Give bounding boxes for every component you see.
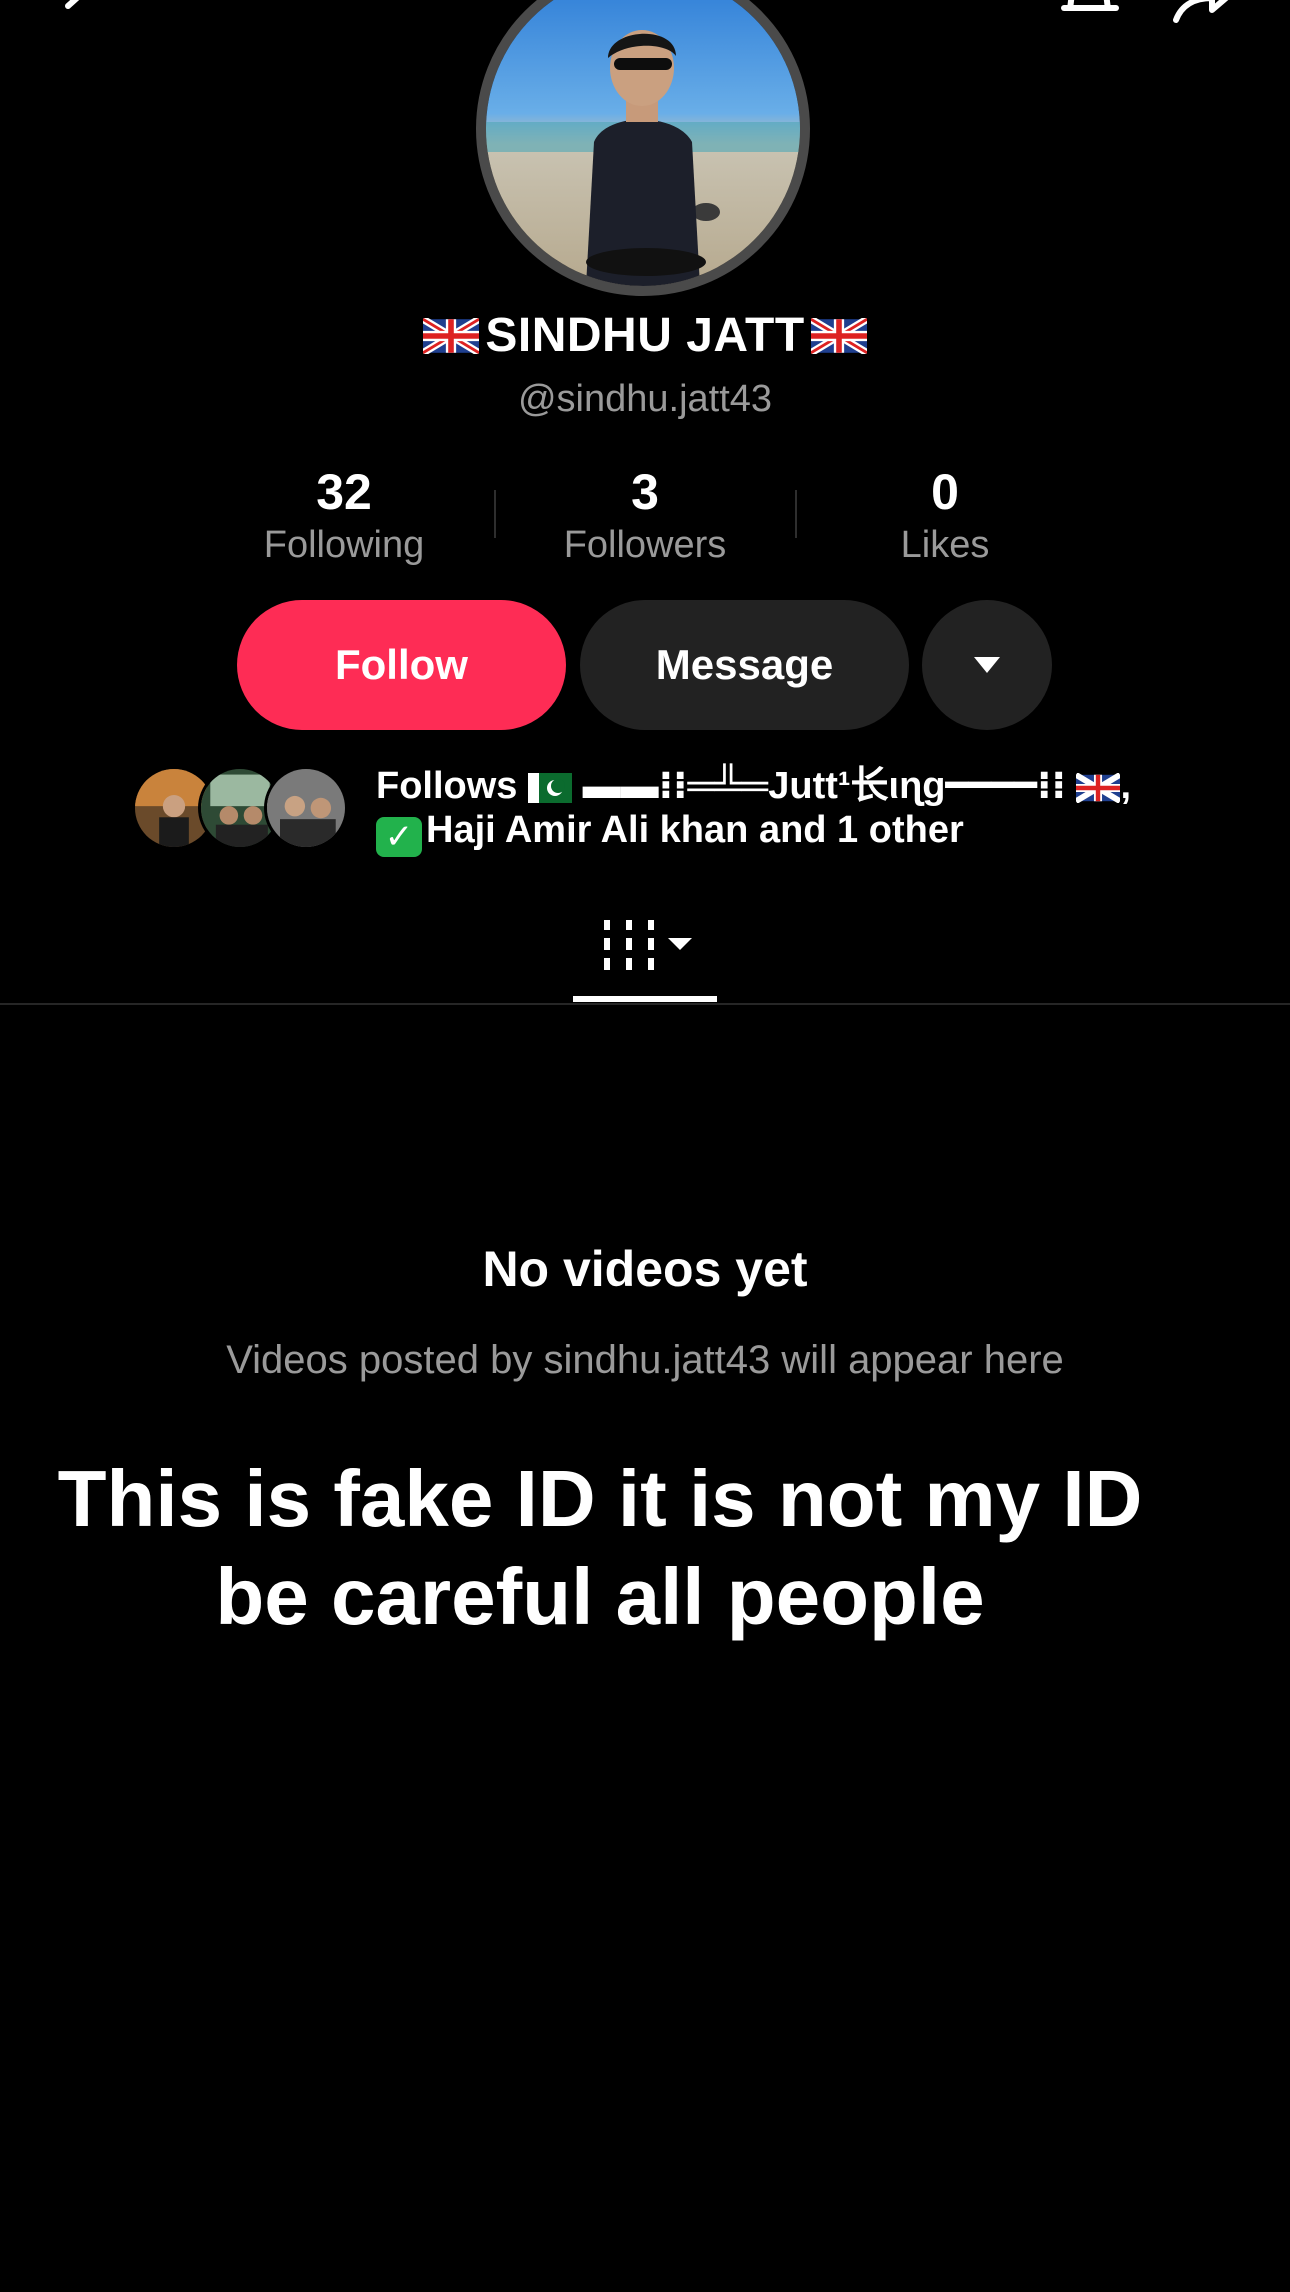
uk-flag-icon: [1076, 772, 1121, 803]
check-mark-icon: ✓: [376, 817, 422, 857]
message-button[interactable]: Message: [580, 600, 909, 730]
warning-caption: This is fake ID it is not my ID be caref…: [0, 1450, 1200, 1646]
follows-suffix: and 1 other: [758, 809, 964, 851]
grid-videos-icon[interactable]: [602, 918, 698, 972]
caret-down-icon: [668, 938, 692, 950]
following-count: 32: [316, 464, 372, 520]
mutual-follows-text[interactable]: Follows ▬▬⁝⁝═╩═Jutt¹长ιɳg━━━━⁝⁝ , ✓ Haji A…: [376, 764, 1176, 857]
follows-prefix: Follows: [376, 765, 518, 807]
bell-icon[interactable]: [1058, 0, 1122, 30]
display-name: SINDHU JATT: [485, 309, 805, 362]
followed-account-name: ▬▬⁝⁝═╩═Jutt¹长ιɳg━━━━⁝⁝: [582, 765, 1066, 807]
back-chevron-icon[interactable]: [58, 0, 98, 26]
warning-line-1: This is fake ID it is not my ID: [57, 1454, 1143, 1543]
tab-divider: [0, 1003, 1290, 1005]
more-options-button[interactable]: [922, 600, 1052, 730]
stat-following[interactable]: 32 Following: [214, 462, 474, 568]
share-arrow-icon[interactable]: [1172, 0, 1244, 28]
warning-line-2: be careful all people: [215, 1552, 985, 1641]
profile-avatar[interactable]: [476, 0, 810, 296]
pakistan-flag-icon: [528, 772, 573, 803]
likes-count: 0: [931, 464, 959, 520]
following-label: Following: [263, 524, 425, 566]
follows-separator: ,: [1120, 765, 1132, 807]
followers-count: 3: [631, 464, 659, 520]
username-handle: @sindhu.jatt43: [517, 378, 773, 420]
active-tab-indicator: [573, 996, 717, 1002]
likes-label: Likes: [900, 524, 990, 566]
stat-divider: [494, 490, 496, 538]
display-name-row: SINDHU JATT: [0, 308, 1290, 363]
followed-account-name: Haji Amir Ali khan: [426, 809, 749, 851]
empty-state-subtitle: Videos posted by sindhu.jatt43 will appe…: [226, 1338, 1064, 1382]
mutual-follow-avatar[interactable]: [264, 766, 348, 850]
caret-down-icon: [974, 657, 1000, 673]
stat-divider: [795, 490, 797, 538]
stat-followers[interactable]: 3 Followers: [515, 462, 775, 568]
uk-flag-icon: [810, 317, 867, 354]
follow-button[interactable]: Follow: [237, 600, 566, 730]
followers-label: Followers: [563, 524, 727, 566]
uk-flag-icon: [423, 317, 480, 354]
stat-likes[interactable]: 0 Likes: [815, 462, 1075, 568]
empty-state-title: No videos yet: [482, 1241, 808, 1297]
